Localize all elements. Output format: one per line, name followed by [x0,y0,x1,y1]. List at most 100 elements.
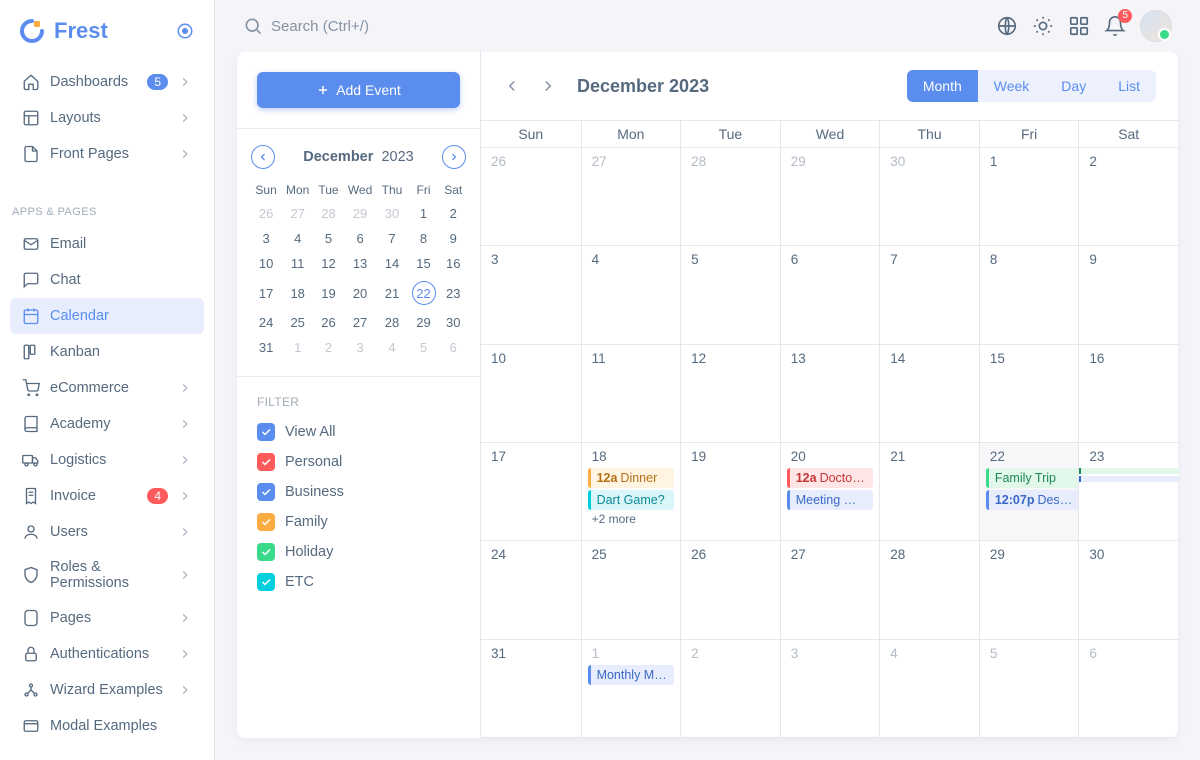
mini-day[interactable]: 13 [343,251,378,276]
mini-day[interactable]: 28 [377,310,406,335]
nav-item-calendar[interactable]: Calendar [10,298,204,334]
mini-day[interactable]: 6 [343,226,378,251]
notifications-icon[interactable]: 5 [1104,15,1126,37]
cal-prev-button[interactable] [503,77,521,95]
mini-day[interactable]: 22 [407,276,441,310]
nav-item-email[interactable]: Email [10,226,204,262]
day-cell[interactable]: 22Family Trip12:07pDesign Review [979,443,1079,541]
day-cell[interactable]: 13 [780,345,880,443]
global-search[interactable]: Search (Ctrl+/) [243,16,984,36]
mini-day[interactable]: 17 [251,276,281,310]
calendar-event[interactable]: Meeting With Client [787,490,874,510]
user-avatar[interactable] [1140,10,1172,42]
mini-day[interactable]: 1 [407,201,441,226]
day-cell[interactable]: 28 [680,148,780,246]
mini-day[interactable]: 11 [281,251,314,276]
day-cell[interactable]: 23 [1078,443,1178,541]
day-cell[interactable]: 26 [680,541,780,639]
day-cell[interactable]: 4 [581,246,681,344]
day-cell[interactable]: 1Monthly Meeting [581,640,681,738]
nav-item-logistics[interactable]: Logistics [10,442,204,478]
mini-day[interactable]: 12 [314,251,343,276]
nav-item-modal-examples[interactable]: Modal Examples [10,708,204,744]
theme-icon[interactable] [1032,15,1054,37]
day-cell[interactable]: 8 [979,246,1079,344]
nav-item-invoice[interactable]: Invoice4 [10,478,204,514]
day-cell[interactable]: 24 [481,541,581,639]
mini-day[interactable]: 5 [407,335,441,360]
mini-day[interactable]: 4 [281,226,314,251]
day-cell[interactable]: 28 [879,541,979,639]
mini-day[interactable]: 30 [377,201,406,226]
add-event-button[interactable]: Add Event [257,72,460,108]
filter-family[interactable]: Family [257,513,460,531]
mini-cal-next[interactable] [442,145,466,169]
nav-item-dashboards[interactable]: Dashboards5 [10,64,204,100]
nav-item-roles-permissions[interactable]: Roles & Permissions [10,550,204,600]
day-cell[interactable]: 25 [581,541,681,639]
language-icon[interactable] [996,15,1018,37]
mini-day[interactable]: 8 [407,226,441,251]
day-cell[interactable]: 9 [1078,246,1178,344]
day-cell[interactable]: 27 [581,148,681,246]
nav-item-chat[interactable]: Chat [10,262,204,298]
day-cell[interactable]: 1812aDinnerDart Game?+2 more [581,443,681,541]
mini-day[interactable]: 14 [377,251,406,276]
day-cell[interactable]: 6 [1078,640,1178,738]
calendar-event[interactable]: Family Trip [986,468,1079,488]
calendar-event[interactable]: Monthly Meeting [588,665,675,685]
day-cell[interactable]: 3 [780,640,880,738]
mini-cal-prev[interactable] [251,145,275,169]
calendar-event[interactable] [1078,468,1178,474]
view-month[interactable]: Month [907,70,978,102]
day-cell[interactable]: 2012aDoctor's AppointmentMeeting With Cl… [780,443,880,541]
mini-day[interactable]: 27 [281,201,314,226]
mini-day[interactable]: 28 [314,201,343,226]
brand-logo[interactable]: Frest [20,18,108,44]
mini-day[interactable]: 18 [281,276,314,310]
mini-day[interactable]: 19 [314,276,343,310]
nav-item-kanban[interactable]: Kanban [10,334,204,370]
mini-day[interactable]: 31 [251,335,281,360]
mini-day[interactable]: 15 [407,251,441,276]
mini-day[interactable]: 10 [251,251,281,276]
day-cell[interactable]: 2 [1078,148,1178,246]
view-list[interactable]: List [1102,70,1156,102]
day-cell[interactable]: 1 [979,148,1079,246]
mini-day[interactable]: 4 [377,335,406,360]
day-cell[interactable]: 4 [879,640,979,738]
mini-day[interactable]: 29 [343,201,378,226]
nav-item-users[interactable]: Users [10,514,204,550]
mini-day[interactable]: 3 [343,335,378,360]
mini-day[interactable]: 9 [441,226,467,251]
day-cell[interactable]: 29 [780,148,880,246]
nav-item-layouts[interactable]: Layouts [10,100,204,136]
nav-item-academy[interactable]: Academy [10,406,204,442]
view-week[interactable]: Week [978,70,1046,102]
mini-day[interactable]: 2 [314,335,343,360]
day-cell[interactable]: 10 [481,345,581,443]
day-cell[interactable]: 14 [879,345,979,443]
filter-view-all[interactable]: View All [257,423,460,441]
mini-day[interactable]: 5 [314,226,343,251]
mini-day[interactable]: 25 [281,310,314,335]
day-cell[interactable]: 6 [780,246,880,344]
day-cell[interactable]: 29 [979,541,1079,639]
day-cell[interactable]: 12 [680,345,780,443]
day-cell[interactable]: 11 [581,345,681,443]
day-cell[interactable]: 5 [979,640,1079,738]
mini-day[interactable]: 1 [281,335,314,360]
mini-day[interactable]: 3 [251,226,281,251]
mini-day[interactable]: 26 [314,310,343,335]
nav-item-wizard-examples[interactable]: Wizard Examples [10,672,204,708]
filter-business[interactable]: Business [257,483,460,501]
radio-pin-icon[interactable] [176,22,194,40]
apps-grid-icon[interactable] [1068,15,1090,37]
mini-day[interactable]: 2 [441,201,467,226]
filter-etc[interactable]: ETC [257,573,460,591]
calendar-event[interactable]: 12aDoctor's Appointment [787,468,874,488]
filter-personal[interactable]: Personal [257,453,460,471]
nav-item-front-pages[interactable]: Front Pages [10,136,204,172]
mini-day[interactable]: 6 [441,335,467,360]
day-cell[interactable]: 16 [1078,345,1178,443]
